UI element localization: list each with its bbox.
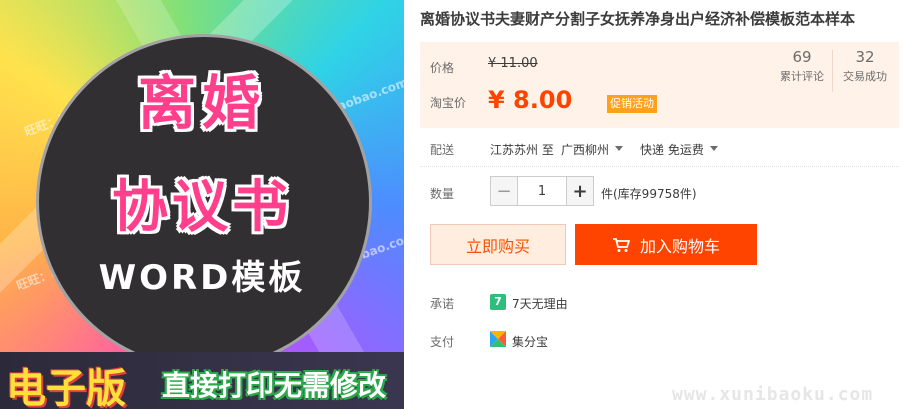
chevron-down-icon [709, 146, 718, 151]
banner-electronic-version: 电子版 [6, 366, 126, 409]
original-price: ¥ 11.00 [488, 56, 538, 71]
shipping-destination-select[interactable]: 广西柳州 [561, 141, 624, 158]
jifenbao-icon [490, 331, 506, 347]
quantity-increase-button[interactable]: + [567, 177, 593, 205]
quantity-input[interactable] [517, 177, 567, 205]
shipping-method-select[interactable]: 快递 免运费 [640, 141, 718, 158]
cart-icon [612, 237, 630, 252]
stat-divider [832, 50, 833, 92]
original-price-label: 价格 [430, 61, 455, 75]
stat-reviews-label: 累计评论 [780, 70, 824, 83]
image-title-word-template: WORD模板 [98, 258, 306, 298]
payment-text[interactable]: 集分宝 [512, 333, 548, 350]
payment-label: 支付 [430, 335, 455, 349]
image-title-agreement: 协议书 [112, 175, 292, 240]
quantity-stepper: − + [490, 176, 594, 206]
shipping-origin: 江苏苏州 至 [490, 143, 554, 157]
shipping-destination-label: 广西柳州 [561, 143, 610, 157]
promise-text[interactable]: 7天无理由 [512, 295, 568, 312]
stat-transactions-count: 32 [855, 48, 875, 66]
add-to-cart-button[interactable]: 加入购物车 [575, 224, 757, 265]
shipping-method-label: 快递 免运费 [640, 143, 704, 157]
product-title: 离婚协议书夫妻财产分割子女抚养净身出户经济补偿模板范本样本 [420, 10, 856, 28]
quantity-decrease-button[interactable]: − [491, 177, 517, 205]
chevron-down-icon [615, 146, 624, 151]
stat-reviews-count: 69 [792, 48, 812, 66]
promise-label: 承诺 [430, 297, 455, 311]
price-box: 价格 ¥ 11.00 淘宝价 ¥ 8.00 促销活动 69 累计评论 32 交易… [420, 42, 899, 128]
buy-now-label: 立即购买 [465, 236, 530, 256]
quantity-label: 数量 [430, 187, 455, 201]
buy-now-button[interactable]: 立即购买 [430, 224, 566, 265]
product-image: 旺旺：hoplanlaobao.com 旺旺：hoplanlaobao.com … [0, 0, 404, 409]
shipping-label: 配送 [430, 143, 455, 157]
site-watermark: www.xunibaoku.com [672, 384, 874, 405]
stat-reviews[interactable]: 69 累计评论 [772, 48, 832, 84]
image-bottom-banner: 电子版 直接打印无需修改 [0, 352, 404, 409]
add-to-cart-label: 加入购物车 [639, 236, 720, 256]
divider [420, 166, 899, 167]
taobao-price-label: 淘宝价 [430, 96, 467, 110]
promo-badge[interactable]: 促销活动 [607, 95, 657, 113]
taobao-price: ¥ 8.00 [488, 86, 573, 114]
stat-transactions: 32 交易成功 [834, 48, 896, 84]
stock-info: 件(库存99758件) [601, 187, 697, 201]
stat-transactions-label: 交易成功 [843, 70, 887, 83]
banner-print-directly: 直接打印无需修改 [162, 369, 387, 402]
seven-day-return-icon: 7 [490, 294, 506, 310]
image-title-divorce: 离婚 [137, 69, 266, 137]
